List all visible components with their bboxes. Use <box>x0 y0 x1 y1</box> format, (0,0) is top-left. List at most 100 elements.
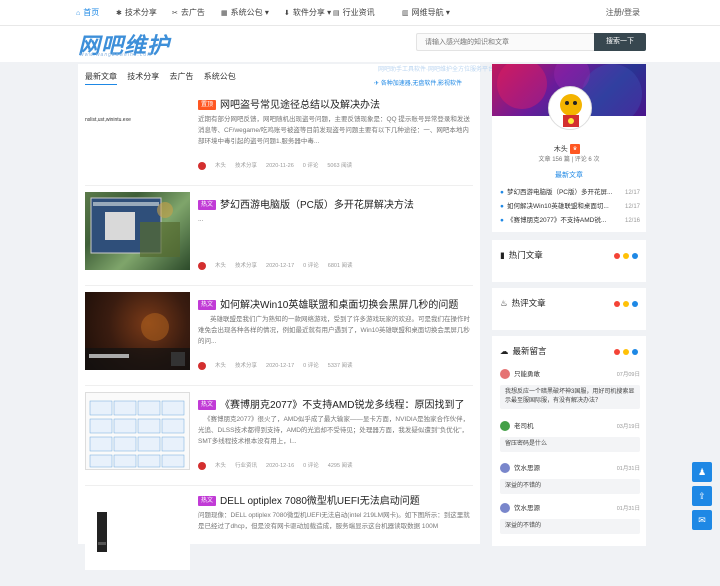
article-card[interactable]: 热文 DELL optiplex 7080微型机UEFI无法启动问题 问题现像：D… <box>85 486 473 586</box>
widget-title: ♨ 热评文章 <box>500 288 546 318</box>
nav-item-label: 去广告 <box>180 8 205 17</box>
nav-item-system[interactable]: ▦ 系统公包 ▾ <box>221 0 269 26</box>
message-header: 饮水思源 01月31日 <box>500 462 640 476</box>
article-title-text: 《赛博朋克2077》不支持AMD锐龙多线程：原因找到了 <box>220 400 465 411</box>
message-header: 只能勇敢 07月09日 <box>500 368 640 382</box>
hot-badge: 热文 <box>198 200 217 211</box>
message-author: 饮水思源 <box>514 465 540 472</box>
list-item[interactable]: ● 如何解决Win10英雄联盟和桌面切... 12/17 <box>500 200 640 214</box>
nav-item-label: 行业资讯 <box>342 8 375 17</box>
article-views: 5063 阅读 <box>327 163 353 169</box>
dot-blue <box>632 253 638 259</box>
share-button[interactable]: ⇪ <box>692 486 712 506</box>
article-author[interactable]: 木头 <box>215 463 226 469</box>
widget-title: ☁ 最新留言 <box>500 336 547 366</box>
message-item[interactable]: 老司机 03月19日 留压密码是什么 <box>500 420 640 452</box>
dot-yellow <box>623 253 629 259</box>
nav-item-label: 网维导航 <box>411 8 444 17</box>
article-views: 4295 阅读 <box>327 463 353 469</box>
nav-item-nav[interactable]: ▥ 网维导航 ▾ <box>402 0 450 26</box>
profile-stats: 文章 156 篇 | 评论 6 次 <box>538 157 600 163</box>
article-thumbnail[interactable] <box>85 492 190 570</box>
article-card[interactable]: 热文 梦幻西游电脑版（PC版）多开花屏解决方法 ... 木头 技术分享 2020-12… <box>85 186 473 286</box>
window-dots <box>611 348 638 355</box>
nav-item-ads[interactable]: ✂ 去广告 <box>172 0 205 26</box>
article-title[interactable]: 热文 如何解决Win10英雄联盟和桌面切换会黑屏几秒的问题 <box>198 296 458 311</box>
dot-blue <box>632 349 638 355</box>
message-author: 饮水思源 <box>514 505 540 512</box>
search-button[interactable]: 搜索一下 <box>594 33 646 51</box>
list-item[interactable]: ● 梦幻西游电脑版（PC版）多开花屏... 12/17 <box>500 186 640 200</box>
avatar <box>500 503 510 514</box>
dot-red <box>614 301 620 307</box>
nav-item-home[interactable]: ⌂ 首页 <box>76 0 99 26</box>
message-item[interactable]: 饮水思源 01月31日 深益的不错的 <box>500 462 640 494</box>
login-link[interactable]: 注册/登录 <box>606 0 640 26</box>
game-screenshot-image <box>90 197 180 257</box>
nav-item-software[interactable]: ⬇ 软件分享 ▾ <box>284 0 331 26</box>
nav-item-news[interactable]: ▤ 行业资讯 <box>333 0 375 26</box>
list-item-date: 12/17 <box>624 190 640 196</box>
nav-item-tech[interactable]: ✱ 技术分享 <box>116 0 157 26</box>
article-card[interactable]: nslist,ust,winintu.exe 置顶 网吧盗号常见途径总结以及解决办… <box>85 86 473 186</box>
article-title-text: DELL optiplex 7080微型机UEFI无法启动问题 <box>220 496 420 507</box>
list-item[interactable]: ● 《赛博朋克2077》不支持AMD锐... 12/16 <box>500 214 640 228</box>
article-category[interactable]: 技术分享 <box>235 363 257 369</box>
tab-latest[interactable]: 最新文章 <box>85 70 117 85</box>
article-thumbnail[interactable] <box>85 392 190 470</box>
article-author[interactable]: 木头 <box>215 163 226 169</box>
avatar <box>500 463 510 474</box>
author-profile-card: 木头 ♛ 文章 156 篇 | 评论 6 次 最新文章 ● 梦幻西游电脑版（PC版… <box>492 64 646 232</box>
dot-yellow <box>623 349 629 355</box>
qq-contact-button[interactable]: ♟ <box>692 462 712 482</box>
article-category[interactable]: 技术分享 <box>235 263 257 269</box>
article-title[interactable]: 热文 梦幻西游电脑版（PC版）多开花屏解决方法 <box>198 196 414 211</box>
wechat-button[interactable]: ✉ <box>692 510 712 530</box>
message-text: 深益的不错的 <box>500 519 640 534</box>
article-title[interactable]: 热文 DELL optiplex 7080微型机UEFI无法启动问题 <box>198 492 420 507</box>
dot-red <box>614 253 620 259</box>
list-item-title: 梦幻西游电脑版（PC版）多开花屏... <box>506 189 613 196</box>
article-list: 网吧助手工具软件·网吧维护全方位服务平台 最新文章 技术分享 去广告 系统公包 … <box>78 64 494 570</box>
article-meta: 木头 技术分享 2020-12-17 0 评论 5337 阅读 <box>198 361 362 370</box>
article-thumbnail[interactable] <box>85 192 190 270</box>
article-category[interactable]: 技术分享 <box>235 163 257 169</box>
chevron-down-icon: ▾ <box>262 8 269 17</box>
hot-badge: 热文 <box>198 400 217 411</box>
tab-tech[interactable]: 技术分享 <box>127 70 159 84</box>
article-author[interactable]: 木头 <box>215 263 226 269</box>
grid-icon: ▦ <box>221 10 228 17</box>
chat-icon: ☁ <box>500 346 509 356</box>
article-date: 2020-12-16 <box>266 463 295 469</box>
author-avatar <box>198 261 206 270</box>
fire-icon: ♨ <box>500 298 508 308</box>
hot-badge: 热文 <box>198 300 217 311</box>
message-item[interactable]: 只能勇敢 07月09日 我想反应一个暗黑破坏神3国服，用好司机搜索显示最至服国际服… <box>500 368 640 409</box>
article-card[interactable]: 热文 如何解决Win10英雄联盟和桌面切换会黑屏几秒的问题 英雄联盟是我们广为熟知… <box>85 286 473 386</box>
article-thumbnail[interactable]: nslist,ust,winintu.exe <box>85 92 190 170</box>
article-card[interactable]: 热文 《赛博朋克2077》不支持AMD锐龙多线程：原因找到了 《赛博朋克2077》… <box>85 386 473 486</box>
message-item[interactable]: 饮水思源 01月31日 深益的不错的 <box>500 502 640 534</box>
article-category[interactable]: 行业资讯 <box>235 463 257 469</box>
tab-ads[interactable]: 去广告 <box>169 70 193 84</box>
dot-blue <box>632 301 638 307</box>
article-excerpt: 英雄联盟是我们广为熟知的一款网络游戏，受到了许多游戏玩家的欢迎。可是我们在操作时… <box>198 316 470 345</box>
home-icon: ⌂ <box>76 10 81 17</box>
article-title-text: 网吧盗号常见途径总结以及解决办法 <box>220 100 381 111</box>
latest-articles-heading[interactable]: 最新文章 <box>492 170 646 180</box>
article-author[interactable]: 木头 <box>215 363 226 369</box>
site-logo-url: www.wangbaweihu.com <box>80 52 153 58</box>
article-title[interactable]: 置顶 网吧盗号常见途径总结以及解决办法 <box>198 96 380 111</box>
profile-name-text: 木头 <box>553 146 568 153</box>
tab-system[interactable]: 系统公包 <box>204 70 236 84</box>
message-date: 07月09日 <box>616 372 640 378</box>
widget-title: ▮ 热门文章 <box>500 240 543 270</box>
avatar[interactable] <box>548 86 592 130</box>
article-excerpt: 问题现像：DELL optiplex 7080微型机UEFI无法启动(intel… <box>198 512 470 530</box>
qq-icon: ♟ <box>697 467 707 477</box>
article-title[interactable]: 热文 《赛博朋克2077》不支持AMD锐龙多线程：原因找到了 <box>198 396 464 411</box>
search-input[interactable] <box>416 33 594 51</box>
article-thumbnail[interactable] <box>85 292 190 370</box>
top-navigation: ⌂ 首页 ✱ 技术分享 ✂ 去广告 ▦ 系统公包 ▾ ⬇ 软件分享 ▾ ▤ 行业资讯 ▥ 网维… <box>0 0 720 26</box>
message-date: 01月31日 <box>616 466 640 472</box>
